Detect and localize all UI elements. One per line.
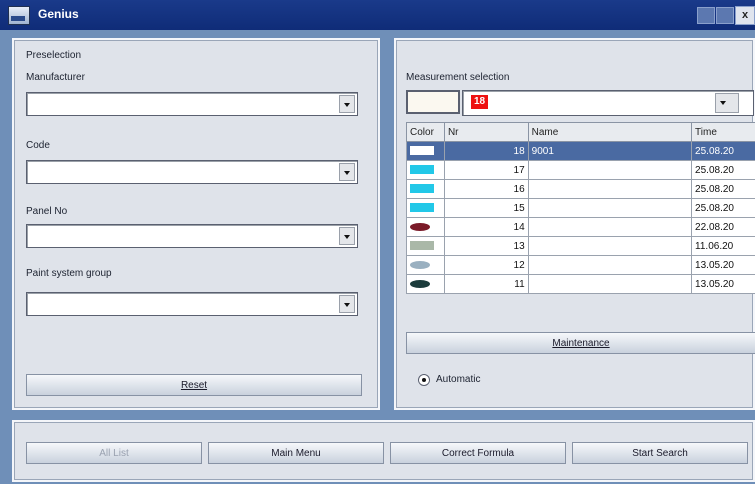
color-cell [406, 198, 445, 218]
nr-cell: 11 [443, 274, 529, 294]
selected-color-swatch [406, 90, 460, 114]
color-swatch [410, 222, 430, 231]
name-cell [527, 274, 693, 294]
table-row[interactable]: 12 13.05.20 [406, 255, 755, 275]
chevron-down-icon[interactable] [715, 93, 739, 113]
time-cell: 22.08.20 [691, 217, 755, 237]
window-title: Genius [38, 7, 79, 21]
color-cell [406, 141, 445, 161]
selected-measurement-value: 18 [471, 95, 489, 109]
table-row[interactable]: 11 13.05.20 [406, 274, 755, 294]
paint-system-group-label: Paint system group [26, 268, 112, 279]
table-row[interactable]: 16 25.08.20 [406, 179, 755, 199]
color-cell [406, 255, 445, 275]
time-cell: 25.08.20 [691, 179, 755, 199]
close-icon[interactable]: x [735, 6, 755, 25]
time-cell: 11.06.20 [691, 236, 755, 256]
color-swatch [410, 260, 430, 269]
paint-system-group-dropdown[interactable] [26, 292, 358, 316]
chevron-down-icon[interactable] [339, 295, 355, 313]
table-row[interactable]: 18 9001 25.08.20 [406, 141, 755, 161]
main-menu-button[interactable]: Main Menu [208, 442, 384, 464]
app-icon [8, 6, 30, 25]
manufacturer-label: Manufacturer [26, 72, 85, 83]
name-cell [527, 255, 693, 275]
measurement-panel: Measurement selection 18 Color Nr Name T… [394, 38, 755, 410]
manufacturer-dropdown[interactable] [26, 92, 358, 116]
color-cell [406, 217, 445, 237]
column-header-nr[interactable]: Nr [443, 122, 529, 142]
automatic-label: Automatic [436, 374, 481, 385]
chevron-down-icon[interactable] [339, 227, 355, 245]
correct-formula-button[interactable]: Correct Formula [390, 442, 566, 464]
reset-button[interactable]: Reset [26, 374, 362, 396]
measurement-dropdown[interactable]: 18 [462, 90, 754, 116]
code-label: Code [26, 140, 50, 151]
chevron-down-icon[interactable] [339, 163, 355, 181]
preselection-panel: Preselection Manufacturer Code Panel No … [12, 38, 380, 410]
minimize-icon[interactable] [697, 7, 715, 24]
panel-no-label: Panel No [26, 206, 68, 217]
column-header-color[interactable]: Color [406, 122, 445, 142]
maintenance-button[interactable]: Maintenance [406, 332, 755, 354]
time-cell: 13.05.20 [691, 255, 755, 275]
color-cell [406, 160, 445, 180]
automatic-radio[interactable] [418, 374, 430, 386]
nr-cell: 16 [443, 179, 529, 199]
color-swatch [410, 184, 434, 194]
name-cell: 9001 [527, 141, 693, 161]
chevron-down-icon[interactable] [339, 95, 355, 113]
color-swatch [410, 203, 434, 213]
preselection-heading: Preselection [26, 50, 82, 61]
table-row[interactable]: 13 11.06.20 [406, 236, 755, 256]
measurement-heading: Measurement selection [406, 72, 510, 83]
color-swatch [410, 279, 430, 288]
nr-cell: 12 [443, 255, 529, 275]
name-cell [527, 179, 693, 199]
start-search-button[interactable]: Start Search [572, 442, 748, 464]
color-swatch [410, 241, 434, 251]
color-cell [406, 274, 445, 294]
footer-panel: All List Main Menu Correct Formula Start Se… [12, 420, 755, 482]
measurement-table[interactable]: Color Nr Name Time 18 9001 25.08.20 17 25.08… [406, 122, 755, 294]
nr-cell: 18 [443, 141, 529, 161]
maximize-icon[interactable] [716, 7, 734, 24]
table-header-row: Color Nr Name Time [406, 122, 755, 142]
code-dropdown[interactable] [26, 160, 358, 184]
time-cell: 13.05.20 [691, 274, 755, 294]
time-cell: 25.08.20 [691, 160, 755, 180]
nr-cell: 15 [443, 198, 529, 218]
column-header-name[interactable]: Name [527, 122, 693, 142]
all-list-button[interactable]: All List [26, 442, 202, 464]
column-header-time[interactable]: Time [691, 122, 755, 142]
name-cell [527, 160, 693, 180]
nr-cell: 17 [443, 160, 529, 180]
color-swatch [410, 146, 434, 156]
name-cell [527, 198, 693, 218]
name-cell [527, 217, 693, 237]
color-swatch [410, 165, 434, 175]
panel-no-dropdown[interactable] [26, 224, 358, 248]
time-cell: 25.08.20 [691, 198, 755, 218]
name-cell [527, 236, 693, 256]
nr-cell: 14 [443, 217, 529, 237]
table-row[interactable]: 15 25.08.20 [406, 198, 755, 218]
genius-window: Genius x Preselection Manufacturer Code … [0, 0, 755, 484]
nr-cell: 13 [443, 236, 529, 256]
table-row[interactable]: 17 25.08.20 [406, 160, 755, 180]
time-cell: 25.08.20 [691, 141, 755, 161]
title-bar[interactable]: Genius x [0, 0, 755, 30]
table-row[interactable]: 14 22.08.20 [406, 217, 755, 237]
color-cell [406, 179, 445, 199]
color-cell [406, 236, 445, 256]
